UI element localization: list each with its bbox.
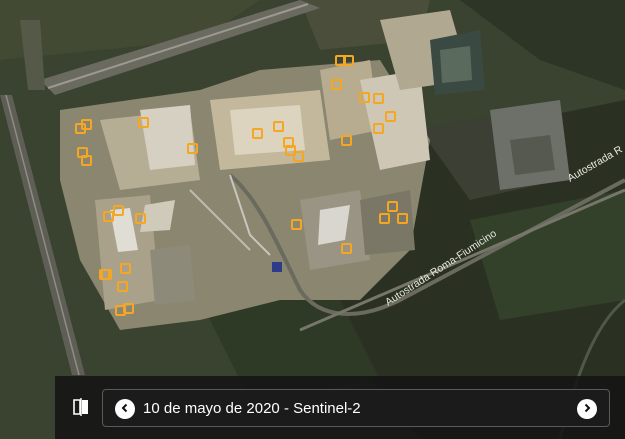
- chevron-right-icon: [582, 400, 592, 418]
- satellite-map[interactable]: Autostrada Roma-Fiumicino Autostrada R: [0, 0, 625, 439]
- date-selector: 10 de mayo de 2020 - Sentinel-2: [102, 389, 610, 427]
- previous-date-button[interactable]: [115, 399, 135, 419]
- compare-button[interactable]: [70, 397, 92, 422]
- compare-icon: [71, 397, 91, 422]
- date-label: 10 de mayo de 2020 - Sentinel-2: [143, 400, 361, 417]
- next-date-button[interactable]: [577, 399, 597, 419]
- chevron-left-icon: [120, 400, 130, 418]
